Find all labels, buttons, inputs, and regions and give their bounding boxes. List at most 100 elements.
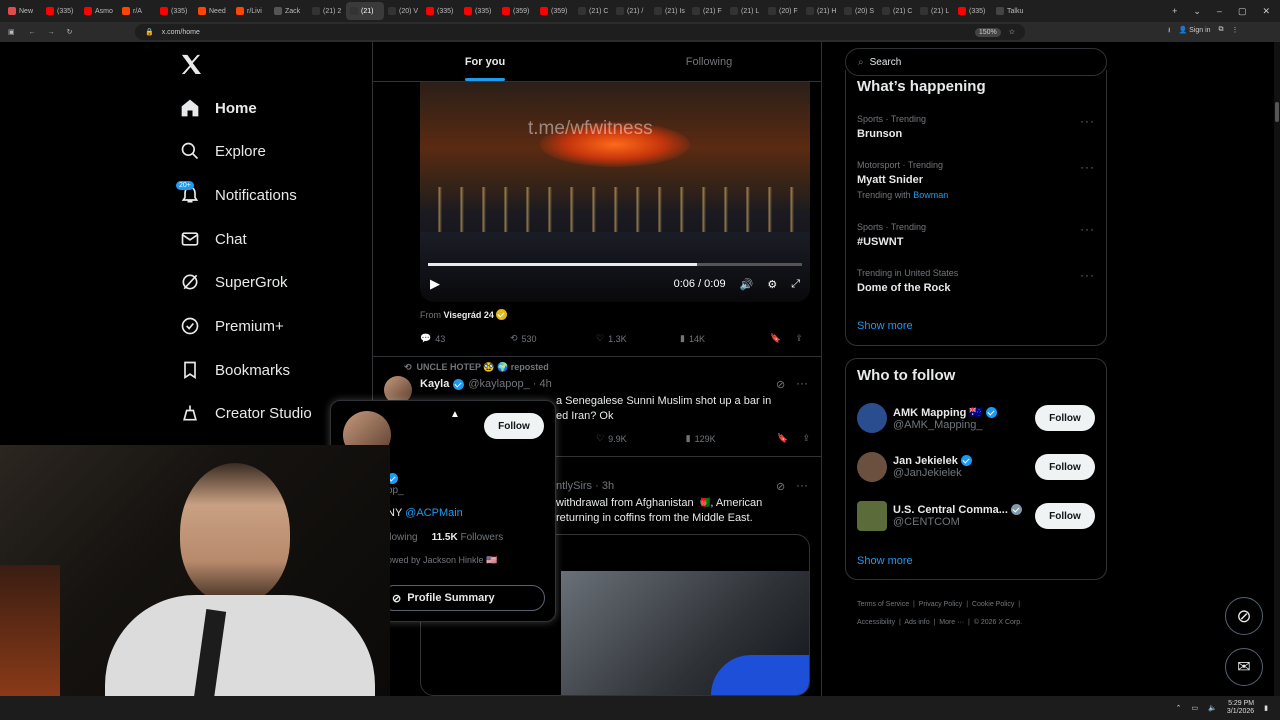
- repost-button[interactable]: ⟲ 530: [510, 333, 596, 344]
- followers-link[interactable]: 11.5K Followers: [432, 532, 504, 543]
- download-icon[interactable]: ⭳: [1168, 26, 1170, 37]
- browser-tab[interactable]: (21) C: [574, 2, 612, 20]
- browser-tab[interactable]: (335): [422, 2, 460, 20]
- nav-creator-studio[interactable]: Creator Studio: [180, 400, 312, 426]
- trend-item[interactable]: Motorsport · Trending Myatt Snider Trend…: [857, 160, 948, 200]
- new-tab-icon[interactable]: +: [1172, 6, 1177, 16]
- signin-button[interactable]: 👤 Sign in: [1178, 26, 1210, 37]
- browser-tab[interactable]: Need: [194, 2, 232, 20]
- x-logo[interactable]: [180, 54, 202, 79]
- share-icon[interactable]: ⇪: [795, 333, 803, 344]
- follow-button[interactable]: Follow: [1035, 405, 1095, 431]
- footer-link[interactable]: More ···: [939, 619, 964, 626]
- browser-tab[interactable]: (20) V: [384, 2, 422, 20]
- like-button[interactable]: ♡ 9.9K: [596, 433, 686, 444]
- browser-tab[interactable]: (21) 2: [308, 2, 346, 20]
- browser-tab[interactable]: (21) L: [916, 2, 954, 20]
- video-source[interactable]: From Visegrád 24: [420, 309, 508, 320]
- close-window-icon[interactable]: ✕: [1262, 6, 1270, 17]
- trend-item[interactable]: Sports · Trending #USWNT: [857, 222, 926, 248]
- browser-tab[interactable]: (21) /: [612, 2, 650, 20]
- follow-button[interactable]: Follow: [1035, 503, 1095, 529]
- more-icon[interactable]: ···: [796, 376, 808, 390]
- menu-icon[interactable]: ⋮: [1232, 26, 1239, 37]
- footer-link[interactable]: Cookie Policy: [972, 601, 1014, 608]
- grok-fab[interactable]: ⊘: [1225, 597, 1263, 635]
- nav-supergrok[interactable]: SuperGrok: [180, 269, 288, 295]
- like-button[interactable]: ♡ 1.3K: [596, 333, 680, 344]
- trend-more-icon[interactable]: ···: [1080, 114, 1095, 128]
- footer-link[interactable]: Privacy Policy: [919, 601, 963, 608]
- browser-tab[interactable]: (21) Is: [650, 2, 688, 20]
- browser-tab[interactable]: (21): [346, 2, 384, 20]
- hovercard-follow-button[interactable]: Follow: [484, 413, 544, 439]
- play-icon[interactable]: ▶: [430, 276, 440, 292]
- sidebar-toggle-icon[interactable]: ▣: [8, 28, 15, 36]
- browser-tab[interactable]: (21) F: [688, 2, 726, 20]
- forward-icon[interactable]: →: [48, 29, 55, 36]
- bio-link[interactable]: @ACPMain: [405, 507, 463, 519]
- browser-tab[interactable]: New: [4, 2, 42, 20]
- tab-following[interactable]: Following: [597, 42, 821, 81]
- scrollbar-thumb[interactable]: [1275, 102, 1279, 122]
- video-progress-bar[interactable]: [428, 263, 802, 266]
- clock[interactable]: 5:29 PM 3/1/2026: [1227, 700, 1254, 716]
- views-button[interactable]: ▮ 14K: [680, 333, 770, 344]
- views-button[interactable]: ▮ 129K: [686, 433, 778, 444]
- browser-tab[interactable]: (20) F: [764, 2, 802, 20]
- nav-chat[interactable]: Chat: [180, 226, 247, 252]
- follow-button[interactable]: Follow: [1035, 454, 1095, 480]
- tweet3-handle[interactable]: ntlySirs · 3h: [556, 480, 614, 492]
- browser-tab[interactable]: (359): [498, 2, 536, 20]
- volume-icon[interactable]: 🔊: [740, 278, 754, 291]
- share-icon[interactable]: ⇪: [802, 433, 810, 444]
- browser-tab[interactable]: (359): [536, 2, 574, 20]
- profile-summary-button[interactable]: ⊘ Profile Summary: [381, 585, 545, 611]
- fullscreen-icon[interactable]: ⤢: [791, 278, 800, 291]
- browser-tab[interactable]: Asmo: [80, 2, 118, 20]
- browser-tab[interactable]: (20) S: [840, 2, 878, 20]
- bookmark-tweet-icon[interactable]: 🔖: [770, 333, 781, 344]
- follow-suggestion[interactable]: Jan Jekielek @JanJekielek: [857, 452, 972, 482]
- tweet2-handle[interactable]: @kaylapop_ · 4h: [468, 378, 551, 390]
- video-settings-icon[interactable]: ⚙: [767, 278, 777, 291]
- reply-button[interactable]: 💬 43: [420, 333, 510, 344]
- tray-chevron-icon[interactable]: ⌃: [1176, 704, 1182, 712]
- zoom-indicator[interactable]: 150%: [974, 27, 1001, 37]
- browser-tab[interactable]: (21) C: [878, 2, 916, 20]
- notification-center-icon[interactable]: ▮: [1264, 704, 1268, 712]
- volume-tray-icon[interactable]: 🔈: [1208, 704, 1217, 712]
- nav-notifications[interactable]: Notifications: [180, 182, 297, 208]
- trend-more-icon[interactable]: ···: [1080, 222, 1095, 236]
- trending-with-link[interactable]: Bowman: [913, 190, 948, 200]
- minimize-icon[interactable]: –: [1217, 6, 1222, 16]
- back-icon[interactable]: ←: [29, 29, 36, 36]
- following-link[interactable]: llowing: [387, 532, 418, 543]
- network-icon[interactable]: ▭: [1192, 704, 1199, 712]
- maximize-icon[interactable]: ▢: [1238, 6, 1247, 17]
- browser-tab[interactable]: r/A: [118, 2, 156, 20]
- page-scrollbar[interactable]: [1274, 42, 1280, 696]
- footer-link[interactable]: Accessibility: [857, 619, 895, 626]
- tab-list-icon[interactable]: ⌄: [1193, 6, 1201, 17]
- browser-tab[interactable]: (335): [156, 2, 194, 20]
- browser-tab[interactable]: Zack: [270, 2, 308, 20]
- followed-by[interactable]: owed by Jackson Hinkle 🇺🇸: [387, 555, 497, 566]
- follow-show-more[interactable]: Show more: [857, 555, 913, 567]
- browser-tab[interactable]: r/Livi: [232, 2, 270, 20]
- address-bar[interactable]: 🔒 x.com/home 150% ☆: [135, 24, 1025, 40]
- tweet2-name[interactable]: Kayla: [420, 378, 449, 390]
- follow-suggestion[interactable]: AMK Mapping 🇦🇺 @AMK_Mapping_: [857, 403, 998, 433]
- nav-explore[interactable]: Explore: [180, 138, 266, 164]
- bookmark-tweet-icon[interactable]: 🔖: [777, 433, 788, 444]
- trend-more-icon[interactable]: ···: [1080, 268, 1095, 282]
- trend-more-icon[interactable]: ···: [1080, 160, 1095, 174]
- footer-link[interactable]: Ads info: [904, 619, 929, 626]
- grok-tweet-icon[interactable]: ⊘: [776, 378, 785, 391]
- browser-tab[interactable]: (335): [954, 2, 992, 20]
- nav-home[interactable]: Home: [180, 95, 257, 121]
- browser-tab[interactable]: (21) H: [802, 2, 840, 20]
- nav-bookmarks[interactable]: Bookmarks: [180, 357, 290, 383]
- browser-tab[interactable]: (335): [42, 2, 80, 20]
- messages-fab[interactable]: ✉: [1225, 648, 1263, 686]
